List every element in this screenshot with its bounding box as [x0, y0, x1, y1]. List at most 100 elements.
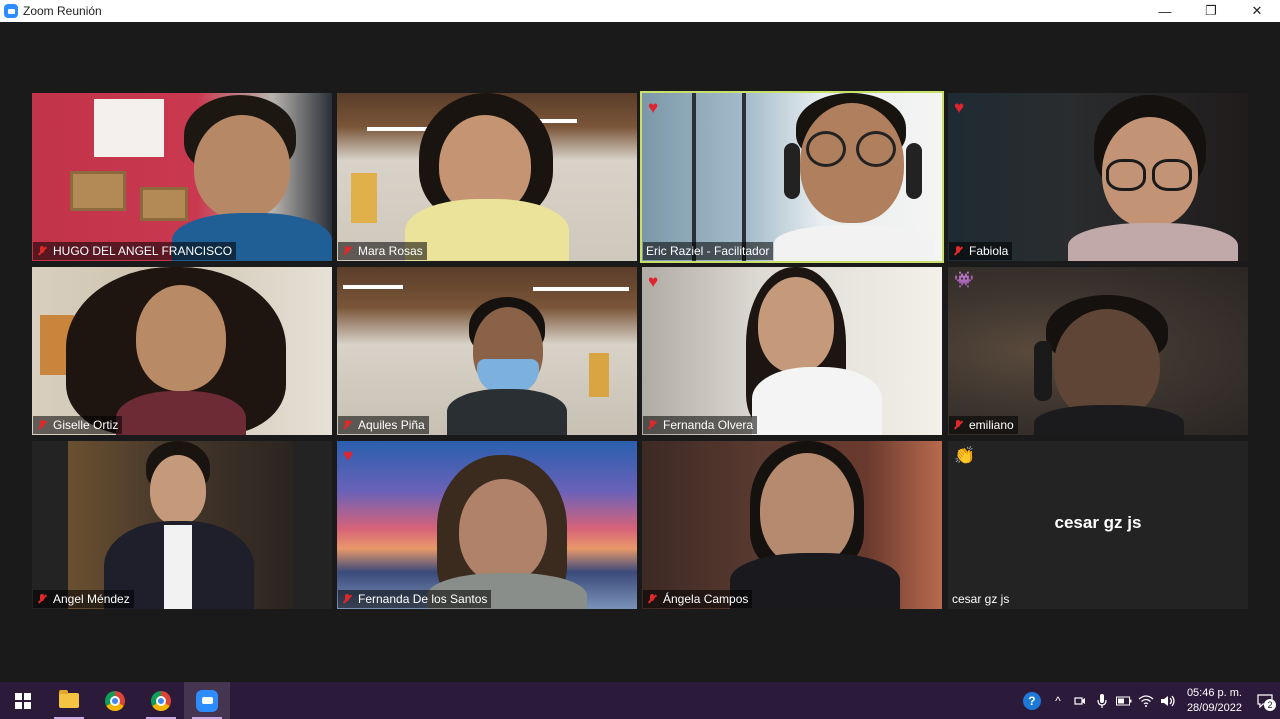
participant-nameplate: Fabiola	[949, 242, 1013, 260]
participant-tile[interactable]: 👾 emiliano	[948, 267, 1248, 435]
wifi-icon[interactable]	[1135, 682, 1157, 719]
participant-video	[447, 297, 567, 435]
participant-nameplate: Giselle Ortiz	[33, 416, 123, 434]
wall-shelf	[70, 171, 126, 211]
volume-icon[interactable]	[1157, 682, 1179, 719]
clock-time: 05:46 p. m.	[1186, 686, 1242, 699]
glasses	[1106, 159, 1146, 191]
glasses	[856, 131, 896, 167]
taskbar-zoom[interactable]	[184, 682, 230, 719]
heart-reaction-icon: ♥	[343, 446, 354, 465]
clapping-hands-reaction-icon: 👏	[954, 446, 976, 465]
ceiling-light	[533, 287, 629, 291]
participant-tile[interactable]: Aquiles Piña	[337, 267, 637, 435]
video-feed	[32, 93, 332, 261]
system-tray: ? ^ 05:46 p. m. 28/09/2022 2	[1017, 682, 1280, 719]
system-clock[interactable]: 05:46 p. m. 28/09/2022	[1179, 686, 1250, 716]
window-controls: — ❐ ✕	[1142, 0, 1280, 22]
participant-nameplate: Fernanda Olvera	[643, 416, 758, 434]
meet-now-icon[interactable]	[1069, 682, 1091, 719]
video-feed	[32, 441, 332, 609]
window-bar	[692, 93, 696, 261]
participant-nameplate: Fernanda De los Santos	[338, 590, 492, 608]
glasses	[806, 131, 846, 167]
clock-date: 28/09/2022	[1186, 701, 1242, 714]
restore-button[interactable]: ❐	[1188, 0, 1234, 22]
participant-video	[104, 441, 254, 609]
chrome-profile-icon	[151, 690, 171, 711]
participant-name: Fernanda Olvera	[663, 418, 754, 432]
help-icon: ?	[1022, 691, 1041, 710]
participant-nameplate: HUGO DEL ANGEL FRANCISCO	[33, 242, 237, 260]
participant-nameplate: Angel Méndez	[33, 590, 134, 608]
participant-name: HUGO DEL ANGEL FRANCISCO	[53, 244, 233, 258]
muted-microphone-icon	[341, 593, 353, 605]
taskbar-chrome[interactable]	[92, 682, 138, 719]
participant-video	[730, 441, 900, 609]
participant-video	[1068, 93, 1238, 261]
taskbar-file-explorer[interactable]	[46, 682, 92, 719]
muted-microphone-icon	[952, 245, 964, 257]
video-feed	[642, 93, 942, 261]
battery-icon[interactable]	[1113, 682, 1135, 719]
participant-name: Aquiles Piña	[358, 418, 425, 432]
microphone-icon[interactable]	[1091, 682, 1113, 719]
video-feed	[337, 93, 637, 261]
participant-display-name: cesar gz js	[1054, 513, 1142, 532]
participant-tile[interactable]: Mara Rosas	[337, 93, 637, 261]
chrome-icon	[105, 690, 125, 711]
participant-tile[interactable]: ♥ Fernanda Olvera	[642, 267, 942, 435]
participant-tile[interactable]: HUGO DEL ANGEL FRANCISCO	[32, 93, 332, 261]
participant-name: cesar gz js	[952, 592, 1010, 606]
video-feed	[948, 93, 1248, 261]
ceiling-light	[343, 285, 403, 289]
muted-microphone-icon	[646, 593, 658, 605]
muted-microphone-icon	[341, 419, 353, 431]
video-area	[68, 441, 294, 609]
muted-microphone-icon	[36, 593, 48, 605]
poster	[351, 173, 377, 223]
window-title-bar: Zoom Reunión — ❐ ✕	[0, 0, 1280, 22]
shirt	[164, 525, 192, 609]
headphones	[906, 143, 922, 199]
participant-tile-video-off[interactable]: cesar gz js 👏 cesar gz js	[948, 441, 1248, 609]
muted-microphone-icon	[36, 419, 48, 431]
tray-help[interactable]: ?	[1017, 682, 1047, 719]
start-button[interactable]	[0, 682, 46, 719]
participant-video	[172, 93, 332, 261]
video-feed	[642, 267, 942, 435]
participant-video	[1034, 295, 1184, 435]
participant-tile[interactable]: Angel Méndez	[32, 441, 332, 609]
participant-name: Fabiola	[969, 244, 1009, 258]
face-mask	[477, 359, 539, 393]
participant-tile-active-speaker[interactable]: ♥ Eric Raziel - Facilitador	[640, 91, 944, 263]
participant-name: Angel Méndez	[53, 592, 130, 606]
gallery-view: HUGO DEL ANGEL FRANCISCO Mara Rosas ♥ Er…	[0, 22, 1280, 682]
zoom-icon	[196, 689, 218, 712]
notification-center-button[interactable]: 2	[1250, 682, 1280, 719]
close-button[interactable]: ✕	[1234, 0, 1280, 22]
heart-reaction-icon: ♥	[648, 272, 659, 291]
muted-microphone-icon	[341, 245, 353, 257]
video-feed	[642, 441, 942, 609]
participant-nameplate: Eric Raziel - Facilitador	[643, 242, 774, 260]
minimize-button[interactable]: —	[1142, 0, 1188, 22]
show-hidden-icons-chevron-icon[interactable]: ^	[1047, 682, 1069, 719]
window-title: Zoom Reunión	[23, 4, 102, 18]
headphones	[1034, 341, 1052, 401]
windows-start-icon	[15, 692, 31, 709]
participant-tile[interactable]: ♥ Fabiola	[948, 93, 1248, 261]
participant-video	[774, 93, 934, 261]
participant-nameplate: Ángela Campos	[643, 590, 753, 608]
participant-tile[interactable]: Giselle Ortiz	[32, 267, 332, 435]
taskbar-chrome-profile[interactable]	[138, 682, 184, 719]
alien-reaction-icon: 👾	[954, 272, 974, 289]
participant-name: Mara Rosas	[358, 244, 423, 258]
participant-video	[66, 267, 286, 435]
participant-video	[732, 267, 902, 435]
participant-tile[interactable]: Ángela Campos	[642, 441, 942, 609]
heart-reaction-icon: ♥	[648, 98, 659, 117]
participant-video	[397, 93, 577, 261]
participant-tile[interactable]: ♥ Fernanda De los Santos	[337, 441, 637, 609]
muted-microphone-icon	[646, 419, 658, 431]
